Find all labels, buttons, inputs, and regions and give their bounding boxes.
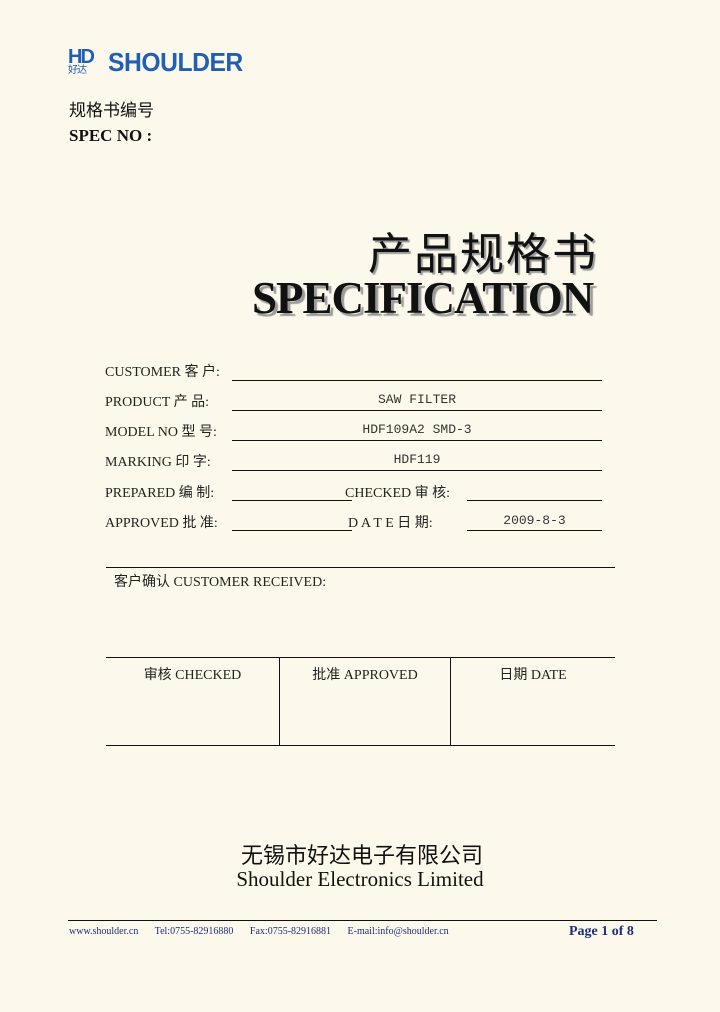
company-name-en: Shoulder Electronics Limited (236, 867, 484, 891)
footer-fax: Fax:0755-82916881 (249, 926, 332, 937)
product-field[interactable] (232, 410, 602, 411)
company-name-cn: 无锡市好达电子有限公司 (240, 844, 483, 869)
spec-no-label-cn: 规格书编号 (69, 101, 154, 120)
signoff-table: 审核 CHECKED 批准 APPROVED 日期 DATE (106, 657, 615, 746)
footer-website-link[interactable]: www.shoulder.cn (69, 926, 138, 937)
checked-label: CHECKED 审 核: (345, 486, 450, 501)
approved-label: APPROVED 批 准: (105, 516, 218, 531)
company-logo: HD 好达 SHOULDER (68, 46, 250, 78)
marking-field[interactable] (232, 470, 602, 471)
marking-value: HDF119 (393, 452, 441, 467)
checked-field[interactable] (467, 500, 602, 501)
prepared-field[interactable] (232, 500, 352, 501)
model-no-label: MODEL NO 型 号: (105, 425, 217, 440)
product-label: PRODUCT 产 品: (105, 395, 209, 410)
footer-email-link[interactable]: E-mail:info@shoulder.cn (348, 926, 449, 937)
document-title-en: SPECIFICATION (252, 273, 594, 323)
product-value: SAW FILTER (377, 392, 456, 407)
approved-field[interactable] (232, 530, 352, 531)
logo-mark-hd: HD (68, 46, 95, 68)
signoff-cell-approved[interactable]: 批准 APPROVED (279, 658, 450, 745)
customer-received-label: 客户确认 CUSTOMER RECEIVED: (114, 575, 327, 590)
logo-mark-icon: HD 好达 (68, 47, 102, 77)
model-no-value: HDF109A2 SMD-3 (362, 422, 472, 437)
signoff-cell-checked[interactable]: 审核 CHECKED (106, 658, 279, 745)
signoff-cell-date[interactable]: 日期 DATE (450, 658, 615, 745)
logo-brand-text: SHOULDER (108, 46, 243, 77)
marking-label: MARKING 印 字: (105, 455, 211, 470)
customer-label: CUSTOMER 客 户: (105, 365, 220, 380)
signoff-header-checked: 审核 CHECKED (143, 668, 242, 683)
logo-mark-cn: 好达 (68, 65, 87, 76)
date-value: 2009-8-3 (503, 513, 566, 528)
footer-tel: Tel:0755-82916880 (154, 926, 234, 937)
signoff-header-approved: 批准 APPROVED (312, 668, 418, 683)
page-number: Page 1 of 8 (569, 924, 634, 939)
footer-contact: www.shoulder.cn Tel:0755-82916880 Fax:07… (69, 926, 463, 937)
model-no-field[interactable] (232, 440, 602, 441)
customer-received-divider (106, 567, 615, 568)
signoff-header-date: 日期 DATE (499, 668, 567, 683)
footer-divider (68, 920, 657, 921)
date-field[interactable] (467, 530, 602, 531)
prepared-label: PREPARED 编 制: (105, 486, 215, 501)
customer-field[interactable] (232, 380, 602, 381)
date-label: D A T E 日 期: (348, 516, 433, 531)
spec-no-label-en: SPEC NO : (69, 126, 153, 145)
